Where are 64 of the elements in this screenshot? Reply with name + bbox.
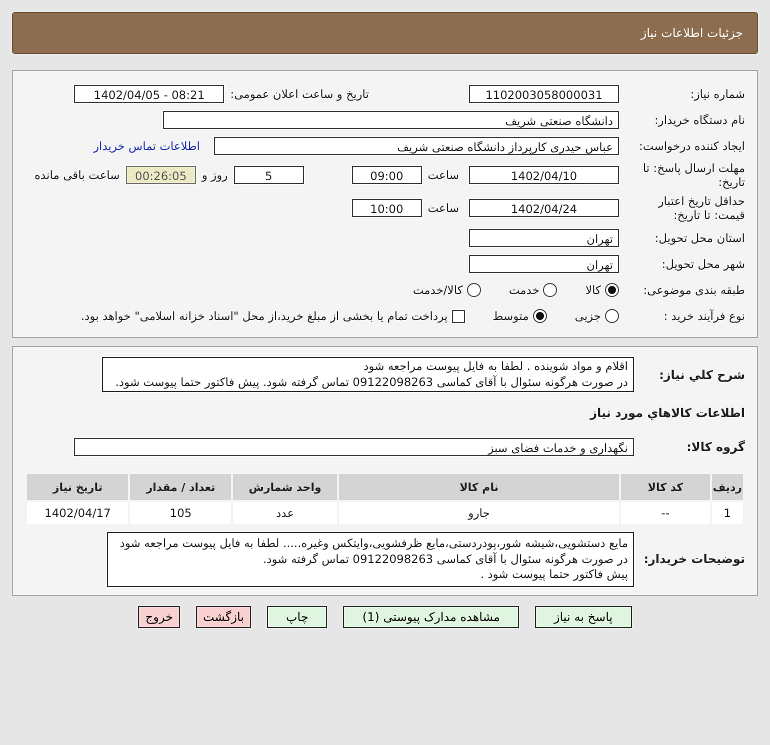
table-cell: 1 bbox=[712, 502, 743, 524]
description-text: اقلام و مواد شوینده . لطفا به فایل پیوست مراجعه شود در صورت هرگونه سئوال با آقای کماسی 09122098263 تماس گرفته شود. پیش فاکتور حتما پیوست شود. bbox=[102, 357, 634, 392]
action-button[interactable]: بازگشت bbox=[196, 606, 251, 628]
days-field: 5 bbox=[234, 166, 304, 184]
table-cell: عدد bbox=[233, 502, 337, 524]
radio-button[interactable] bbox=[605, 309, 619, 323]
action-button[interactable]: چاپ bbox=[267, 606, 328, 628]
buyer-name-field: دانشگاه صنعتی شریف bbox=[163, 111, 619, 129]
table-cell: جارو bbox=[339, 502, 620, 524]
option-label: کالا bbox=[585, 283, 601, 297]
time-label: ساعت bbox=[428, 201, 459, 215]
field-label: تاریخ و ساعت اعلان عمومی: bbox=[230, 87, 369, 101]
table-cell: 1402/04/17 bbox=[27, 502, 128, 524]
column-header: تاریخ نیاز bbox=[27, 474, 128, 500]
date-field: 1402/04/24 bbox=[469, 199, 619, 217]
requester-field: عباس حیدری کارپرداز دانشگاه صنعتی شریف bbox=[214, 137, 619, 155]
table-cell: -- bbox=[621, 502, 710, 524]
field-label: استان محل تحویل: bbox=[654, 230, 745, 246]
date-field: 1402/04/10 bbox=[469, 166, 619, 184]
field-label: شرح کلي نياز: bbox=[658, 368, 745, 382]
page-title: جزئیات اطلاعات نیاز bbox=[640, 26, 743, 40]
field-label: شماره نیاز: bbox=[689, 86, 745, 102]
option-label: کالا/خدمت bbox=[412, 283, 463, 297]
radio-button[interactable] bbox=[605, 283, 619, 297]
option-label: متوسط bbox=[492, 309, 529, 323]
announce-date-field: 1402/04/05 - 08:21 bbox=[74, 85, 224, 103]
field-label: نوع فرآیند خرید : bbox=[662, 308, 745, 324]
option-label: جزیی bbox=[574, 309, 601, 323]
column-header: نام کالا bbox=[339, 474, 620, 500]
action-button[interactable]: پاسخ به نیاز bbox=[534, 606, 632, 628]
remaining-label: ساعت باقی مانده bbox=[34, 168, 120, 182]
action-button[interactable]: مشاهده مدارک پیوستی (1) bbox=[343, 606, 519, 628]
field-label: مهلت ارسال پاسخ: تا تاریخ: bbox=[642, 160, 745, 190]
contact-link[interactable]: اطلاعات تماس خریدار bbox=[93, 139, 200, 153]
field-label: حداقل تاریخ اعتبار قیمت: تا تاریخ: bbox=[656, 194, 745, 222]
radio-button[interactable] bbox=[466, 283, 481, 297]
checkbox-label: پرداخت تمام یا بخشی از مبلغ خرید،از محل "اسناد خزانه اسلامی" خواهد بود. bbox=[80, 309, 448, 323]
column-header: تعداد / مقدار bbox=[130, 474, 232, 500]
field-label: توضیحات خریدار: bbox=[642, 552, 745, 566]
time-field: 10:00 bbox=[352, 199, 422, 217]
column-header: واحد شمارش bbox=[233, 474, 337, 500]
radio-button[interactable] bbox=[543, 283, 558, 297]
field-label: شهر محل تحویل: bbox=[660, 256, 745, 272]
days-label: روز و bbox=[202, 168, 228, 182]
goods-group-field: نگهداری و خدمات فضای سبز bbox=[74, 438, 634, 456]
action-button[interactable]: خروج bbox=[138, 606, 180, 628]
option-label: خدمت bbox=[508, 283, 540, 297]
time-label: ساعت bbox=[428, 168, 459, 182]
checkbox[interactable] bbox=[452, 310, 465, 322]
column-header: کد کالا bbox=[621, 474, 710, 500]
radio-button[interactable] bbox=[532, 309, 547, 323]
table-cell: 105 bbox=[130, 502, 232, 524]
field-label: نام دستگاه خریدار: bbox=[653, 112, 745, 128]
province-field: تهران bbox=[469, 229, 619, 247]
field-label: ایجاد کننده درخواست: bbox=[638, 138, 745, 154]
field-label: گروه کالا: bbox=[686, 440, 745, 454]
buyer-notes-text: مایع دستشویی،شیشه شور،پودردستی،مایع ظرفشویی،وایتکس وغیره..... لطفا به فایل پیوست مراجعه شود در صورت هرگونه سئوال با آقای کماسی 09122098263 تماس گرفته شود. پیش فاکتور حتما پیوست شود . bbox=[107, 532, 634, 587]
column-header: ردیف bbox=[712, 474, 743, 500]
time-field: 09:00 bbox=[352, 166, 422, 184]
field-label: طبقه بندی موضوعی: bbox=[642, 282, 745, 298]
city-field: تهران bbox=[469, 255, 619, 273]
section-title: اطلاعات كالاهاي مورد نياز bbox=[590, 406, 745, 420]
remaining-time-field: 00:26:05 bbox=[126, 166, 196, 184]
need-number-field: 1102003058000031 bbox=[469, 85, 619, 103]
